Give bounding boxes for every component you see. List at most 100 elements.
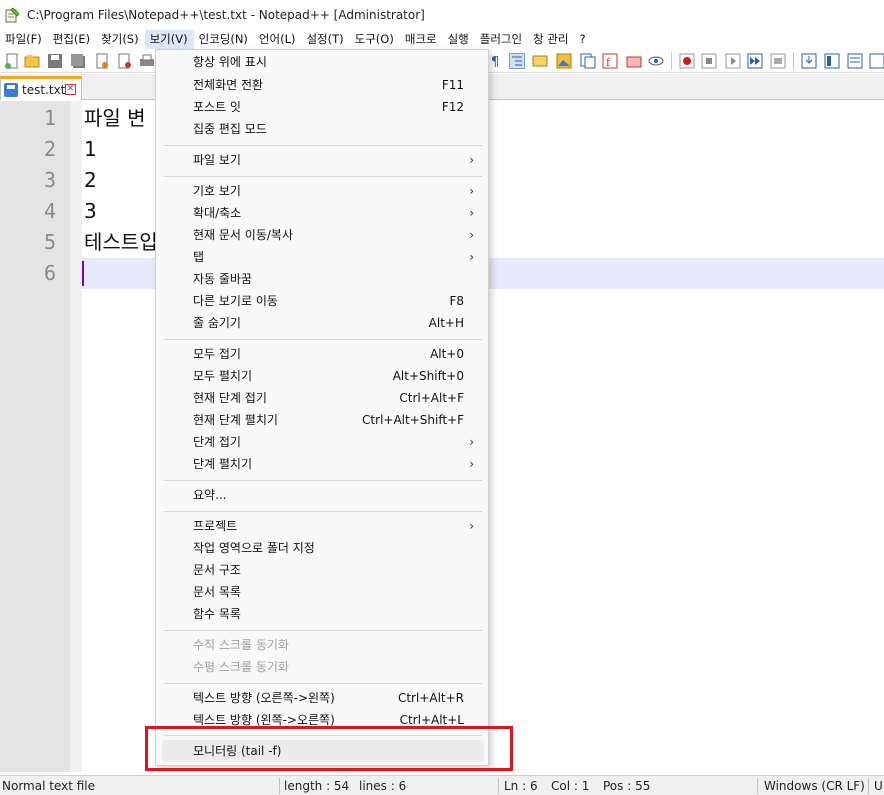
title-bar: C:\Program Files\Notepad++\test.txt - No…: [0, 0, 884, 30]
menu-macro[interactable]: 매크로: [400, 30, 443, 49]
menu-word-wrap[interactable]: 자동 줄바꿈: [156, 268, 488, 290]
menu-tab[interactable]: 탭 ›: [156, 246, 488, 268]
code-line[interactable]: 2: [84, 165, 97, 196]
menu-move-clone-document[interactable]: 현재 문서 이동/복사 ›: [156, 224, 488, 246]
saved-file-icon: [4, 82, 18, 97]
menu-window[interactable]: 창 관리: [528, 30, 574, 49]
notepad-app-icon: [4, 7, 20, 23]
svg-text:¶: ¶: [491, 55, 499, 69]
save-all-icon[interactable]: [70, 53, 86, 69]
menu-settings[interactable]: 설정(T): [301, 30, 349, 49]
menu-always-on-top[interactable]: 항상 위에 표시: [156, 51, 488, 73]
new-file-icon[interactable]: [4, 53, 20, 69]
window-list-icon[interactable]: [847, 53, 863, 69]
status-encoding: U: [874, 779, 883, 793]
menu-post-it[interactable]: 포스트 잇 F12: [156, 96, 488, 118]
menu-separator: [164, 176, 482, 177]
submenu-arrow-icon: ›: [469, 250, 474, 264]
download-icon[interactable]: [801, 53, 817, 69]
submenu-arrow-icon: ›: [469, 457, 474, 471]
menu-unfold-level[interactable]: 단계 펼치기 ›: [156, 453, 488, 475]
line-number: 3: [43, 168, 56, 192]
annotation-highlight-box: [145, 726, 513, 771]
menu-show-symbol[interactable]: 기호 보기 ›: [156, 180, 488, 202]
menu-focus-other-view[interactable]: 다른 보기로 이동 F8: [156, 290, 488, 312]
menu-zoom[interactable]: 확대/축소 ›: [156, 202, 488, 224]
menu-help[interactable]: ?: [574, 30, 591, 49]
play-macro-icon[interactable]: [725, 53, 741, 69]
menu-plugins[interactable]: 플러그인: [475, 30, 528, 49]
overflow-icon[interactable]: [869, 53, 884, 69]
submenu-arrow-icon: ›: [469, 184, 474, 198]
status-bar: Normal text file length : 54 lines : 6 L…: [0, 775, 884, 795]
status-eol: Windows (CR LF): [764, 779, 865, 793]
text-caret: [82, 261, 84, 286]
open-file-icon[interactable]: [24, 53, 40, 69]
menu-fold-all[interactable]: 모두 접기 Alt+0: [156, 343, 488, 365]
view-menu-dropdown: 항상 위에 표시 전체화면 전환 F11 포스트 잇 F12 집중 편집 모드 …: [155, 49, 489, 766]
menu-file[interactable]: 파일(F): [0, 30, 48, 49]
menu-search[interactable]: 찾기(S): [96, 30, 144, 49]
tab-close-icon[interactable]: ✕: [65, 84, 76, 95]
menu-unfold-current-level[interactable]: 현재 단계 펼치기 Ctrl+Alt+Shift+F: [156, 409, 488, 431]
record-macro-icon[interactable]: [679, 53, 695, 69]
submenu-arrow-icon: ›: [469, 228, 474, 242]
stop-macro-icon[interactable]: [701, 53, 717, 69]
menu-document-list[interactable]: 문서 목록: [156, 581, 488, 603]
status-length: length : 54: [284, 779, 350, 793]
image-icon[interactable]: [556, 53, 572, 69]
menu-text-direction-rtl[interactable]: 텍스트 방향 (오른쪽->왼쪽) Ctrl+Alt+R: [156, 687, 488, 709]
menu-separator: [164, 339, 482, 340]
menu-unfold-all[interactable]: 모두 펼치기 Alt+Shift+0: [156, 365, 488, 387]
close-all-icon[interactable]: [117, 53, 133, 69]
paragraph-icon[interactable]: ¶: [488, 53, 504, 70]
function-list-icon[interactable]: f: [602, 53, 618, 69]
menu-summary[interactable]: 요약...: [156, 484, 488, 506]
menu-fullscreen[interactable]: 전체화면 전환 F11: [156, 74, 488, 96]
menu-edit[interactable]: 편집(E): [48, 30, 96, 49]
menu-language[interactable]: 언어(L): [254, 30, 302, 49]
menu-project[interactable]: 프로젝트 ›: [156, 515, 488, 537]
menu-bar: 파일(F) 편집(E) 찾기(S) 보기(V) 인코딩(N) 언어(L) 설정(…: [0, 30, 884, 49]
panel-icon[interactable]: [824, 53, 840, 69]
menu-view-file[interactable]: 파일 보기 ›: [156, 149, 488, 171]
fold-margin[interactable]: [70, 101, 82, 772]
folder-workspace-icon[interactable]: [626, 53, 642, 69]
menu-sync-vertical-scroll: 수직 스크롤 동기화: [193, 638, 289, 652]
close-file-icon[interactable]: [94, 53, 110, 69]
menu-separator: [164, 511, 482, 512]
menu-hide-lines[interactable]: 줄 숨기기 Alt+H: [156, 312, 488, 334]
menu-separator: [164, 683, 482, 684]
menu-run[interactable]: 실행: [443, 30, 475, 49]
save-icon[interactable]: [47, 53, 63, 69]
code-line[interactable]: 1: [84, 134, 97, 165]
tab-test-txt[interactable]: test.txt ✕: [0, 76, 82, 100]
line-number: 2: [43, 137, 56, 161]
menu-encoding[interactable]: 인코딩(N): [194, 30, 254, 49]
line-number: 1: [43, 106, 56, 130]
fold-icon[interactable]: [532, 53, 548, 69]
menu-tools[interactable]: 도구(O): [350, 30, 400, 49]
line-number: 4: [43, 199, 56, 223]
menu-distraction-free[interactable]: 집중 편집 모드: [156, 118, 488, 140]
submenu-arrow-icon: ›: [469, 435, 474, 449]
menu-fold-current-level[interactable]: 현재 단계 접기 Ctrl+Alt+F: [156, 387, 488, 409]
status-ln: Ln : 6: [504, 779, 538, 793]
menu-sync-horizontal-scroll: 수평 스크롤 동기화: [193, 660, 289, 674]
menu-folder-as-workspace[interactable]: 작업 영역으로 폴더 지정: [156, 537, 488, 559]
run-multiple-macro-icon[interactable]: [747, 53, 763, 69]
code-line[interactable]: 3: [84, 196, 97, 227]
window-title: C:\Program Files\Notepad++\test.txt - No…: [27, 8, 425, 22]
menu-document-map[interactable]: 문서 구조: [156, 559, 488, 581]
status-file-type: Normal text file: [2, 779, 96, 793]
menu-function-list[interactable]: 함수 목록: [156, 603, 488, 625]
save-macro-icon[interactable]: [770, 53, 786, 69]
doc-map-icon[interactable]: [580, 53, 596, 69]
menu-view[interactable]: 보기(V): [144, 30, 194, 49]
monitoring-eye-icon[interactable]: [648, 53, 664, 69]
menu-fold-level[interactable]: 단계 접기 ›: [156, 431, 488, 453]
code-line[interactable]: 테스트입: [84, 227, 158, 258]
print-icon[interactable]: [139, 53, 155, 69]
indent-guide-icon[interactable]: [509, 53, 525, 69]
code-line[interactable]: 파일 변: [84, 103, 146, 134]
